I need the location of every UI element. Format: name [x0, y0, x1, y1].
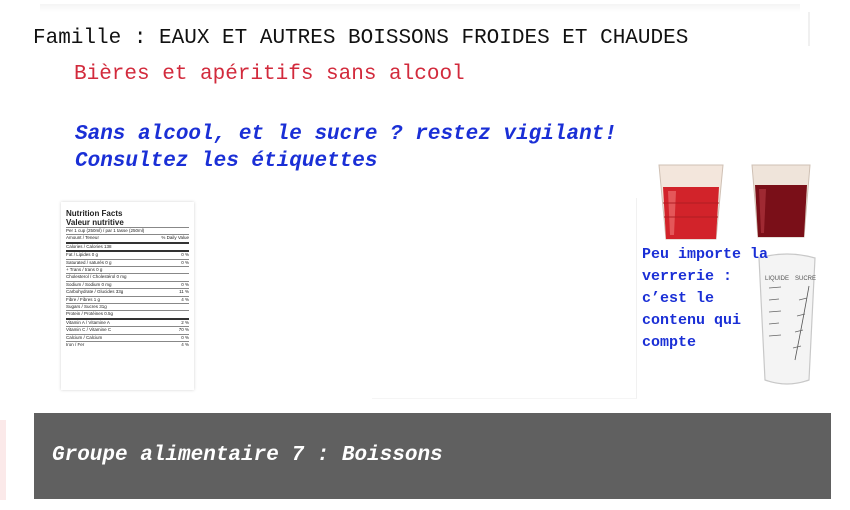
nutrition-row-label: Carbohydrate / Glucides 33g: [66, 289, 124, 295]
nutrition-label-image: Nutrition Facts Valeur nutritive Per 1 c…: [61, 202, 194, 390]
nutrition-row-value: 70 %: [178, 327, 189, 333]
nutrition-row-value: 0 %: [181, 252, 189, 258]
warning-line-1: Sans alcool, et le sucre ? restez vigila…: [75, 123, 617, 146]
category-subtitle: Bières et apéritifs sans alcool: [74, 63, 465, 86]
nutrition-row: Calories / Calories 138: [66, 241, 189, 250]
glassware-note: Peu importe la verrerie : c’est le conte…: [642, 244, 768, 354]
nutrition-row-value: 11 %: [179, 289, 189, 295]
glass-note-line-1: Peu importe la: [642, 246, 769, 263]
sugar-warning: Sans alcool, et le sucre ? restez vigila…: [75, 121, 617, 175]
nutrition-row-value: 0 %: [181, 281, 189, 287]
nutrition-row: Iron / Fer 4 %: [66, 341, 189, 348]
food-group-label: Groupe alimentaire 7 : Boissons: [52, 444, 443, 467]
nutrition-row-value: 0 %: [181, 259, 189, 265]
nutrition-row: Sugars / Sucres 31g: [66, 303, 189, 310]
nutrition-row: Vitamin C / Vitamine C 70 %: [66, 326, 189, 333]
nutrition-row: Fat / Lipides 0 g 0 %: [66, 250, 189, 258]
nutrition-row: Amount / Teneur % Daily Value: [66, 234, 189, 241]
nutrition-row: Calcium / Calcium 0 %: [66, 333, 189, 341]
nutrition-row-label: Vitamin A / Vitamine A: [66, 319, 110, 325]
glass-note-line-5: compte: [642, 334, 697, 351]
nutrition-rows: Per 1 cup (250ml) / par 1 tasse (250ml) A…: [61, 227, 194, 349]
nutrition-row: Fibre / Fibres 1 g 4 %: [66, 295, 189, 303]
nutrition-row: Per 1 cup (250ml) / par 1 tasse (250ml): [66, 227, 189, 234]
food-group-banner: Groupe alimentaire 7 : Boissons: [34, 413, 831, 499]
nutrition-row-value: 4 %: [181, 296, 189, 302]
nutrition-row: Protein / Protéines 0.5g: [66, 310, 189, 317]
nutrition-row-label: Iron / Fer: [66, 342, 85, 348]
warning-line-2: Consultez les étiquettes: [75, 150, 378, 173]
famille-title: Famille : EAUX ET AUTRES BOISSONS FROIDE…: [33, 27, 689, 50]
glass-note-line-4: contenu qui: [642, 312, 742, 329]
nutrition-row-value: % Daily Value: [161, 235, 189, 241]
glass-note-line-2: verrerie :: [642, 268, 733, 285]
right-edge: [808, 12, 810, 46]
valeur-nutritive-title: Valeur nutritive: [66, 218, 124, 227]
beaker-label-liquide: LIQUIDE: [765, 276, 789, 282]
dark-glass-icon: [751, 164, 811, 238]
nutrition-row-label: Protein / Protéines 0.5g: [66, 311, 114, 317]
red-glass-icon: [658, 164, 724, 240]
nutrition-row-label: Sugars / Sucres 31g: [66, 304, 107, 310]
nutrition-row-label: Per 1 cup (250ml) / par 1 tasse (250ml): [66, 228, 145, 233]
nutrition-row-label: Saturated / saturés 0 g: [66, 259, 112, 265]
nutrition-row: + Trans / trans 0 g: [66, 266, 189, 273]
nutrition-row-label: Calcium / Calcium: [66, 334, 103, 340]
nutrition-row-value: 0 %: [181, 334, 189, 340]
nutrition-row-label: Cholesterol / Cholestérol 0 mg: [66, 274, 127, 280]
nutrition-row-label: + Trans / trans 0 g: [66, 267, 103, 273]
nutrition-row: Cholesterol / Cholestérol 0 mg: [66, 273, 189, 280]
left-edge-ghost: [0, 420, 6, 500]
glass-note-line-3: c’est le: [642, 290, 715, 307]
nutrition-row-label: Calories / Calories 138: [66, 243, 112, 249]
empty-image-frame: [372, 198, 637, 399]
nutrition-row-label: Sodium / Sodium 0 mg: [66, 281, 112, 287]
beaker-label-sucre: SUCRE: [795, 276, 816, 282]
nutrition-row: Vitamin A / Vitamine A 2 %: [66, 317, 189, 326]
nutrition-row-label: Vitamin C / Vitamine C: [66, 327, 112, 333]
nutrition-row-label: Amount / Teneur: [66, 235, 99, 241]
nutrition-row-value: 4 %: [181, 342, 189, 348]
nutrition-row: Saturated / saturés 0 g 0 %: [66, 258, 189, 266]
nutrition-row-label: Fat / Lipides 0 g: [66, 252, 99, 258]
nutrition-row: Carbohydrate / Glucides 33g 11 %: [66, 288, 189, 295]
nutrition-row: Sodium / Sodium 0 mg 0 %: [66, 280, 189, 288]
nutrition-row-label: Fibre / Fibres 1 g: [66, 296, 101, 302]
top-shadow: [40, 4, 800, 12]
nutrition-facts-title: Nutrition Facts: [66, 209, 123, 218]
nutrition-row-value: 2 %: [181, 319, 189, 325]
